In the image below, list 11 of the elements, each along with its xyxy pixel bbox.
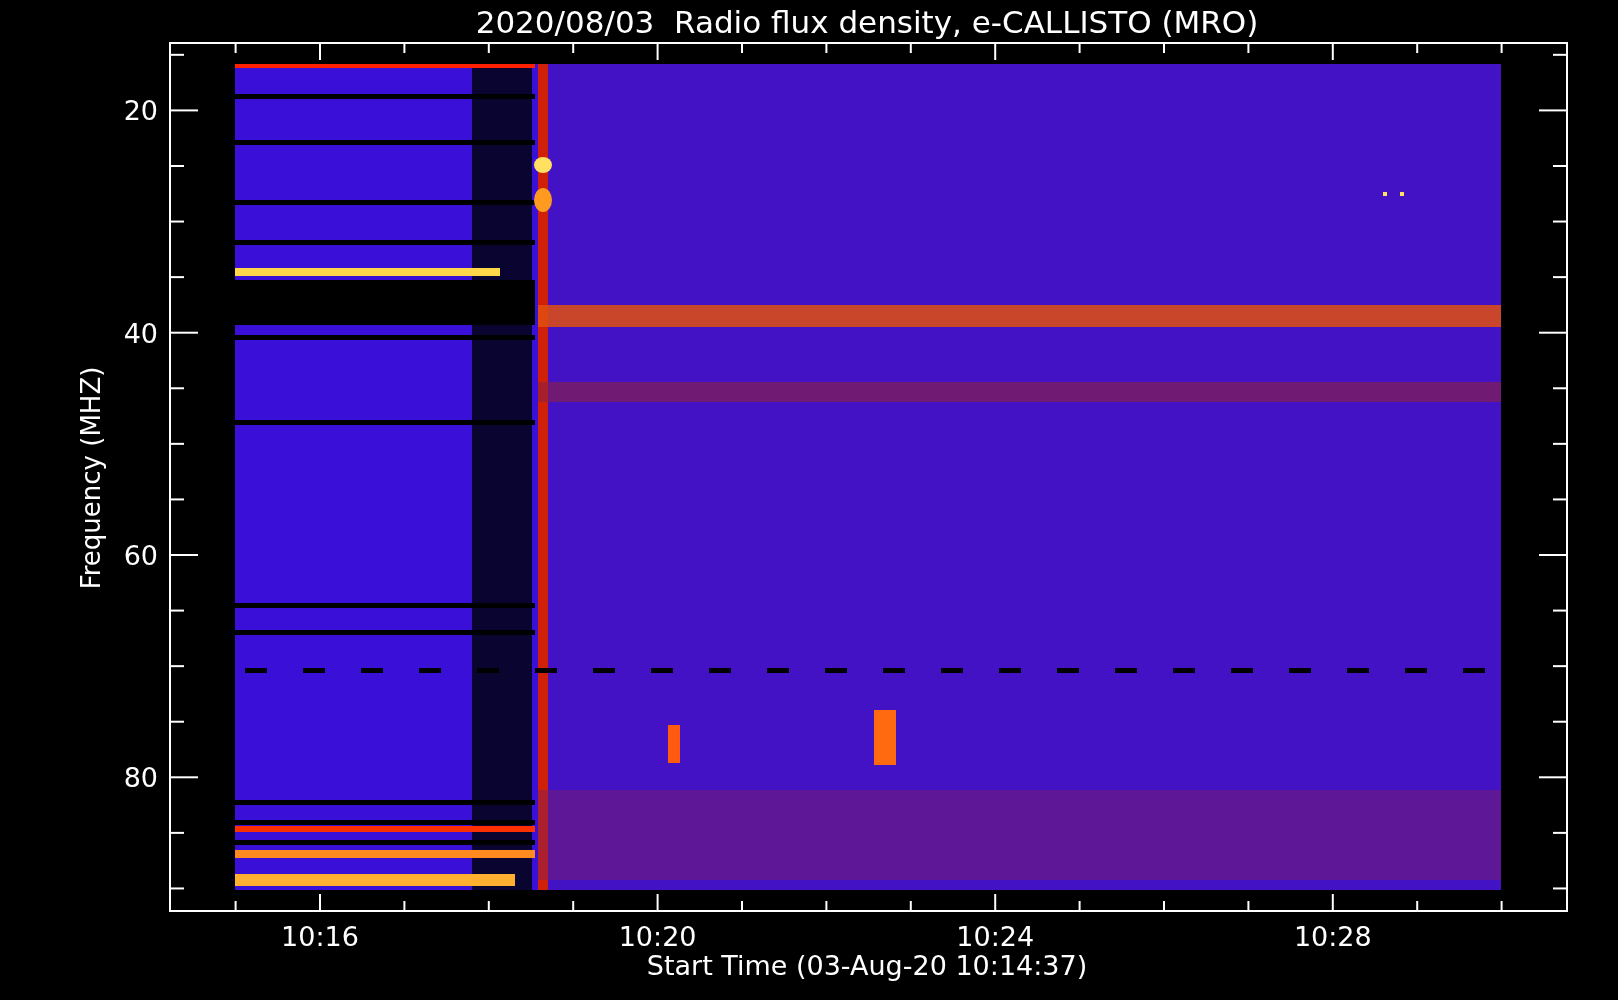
x-tick-label: 10:16 [281,921,359,952]
y-tick-label: 60 [123,540,158,571]
y-tick-label: 80 [123,762,158,794]
y-tick-label: 40 [123,317,158,349]
y-axis-label: Frequency (MHZ) [76,366,106,590]
x-tick-label: 10:20 [618,921,697,952]
x-tick-label: 10:28 [1293,921,1372,952]
chart-title: 2020/08/03 Radio flux density, e-CALLISTO (MRO) [475,4,1259,40]
y-tick-label: 20 [123,95,158,127]
x-tick-label: 10:24 [956,921,1035,952]
x-axis-label: Start Time (03-Aug-20 10:14:37) [646,950,1088,981]
